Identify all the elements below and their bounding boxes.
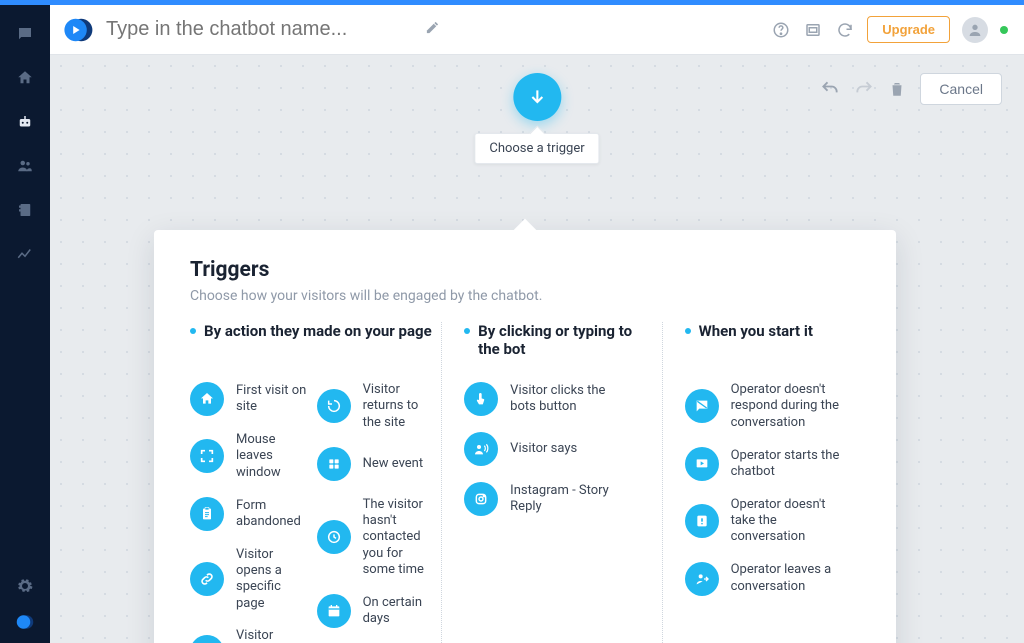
trigger-label: Visitor clicks the bots button	[510, 383, 620, 416]
nav-bot-icon[interactable]	[14, 111, 36, 133]
alert-icon	[685, 504, 719, 538]
trigger-label: Instagram - Story Reply	[510, 483, 620, 516]
app-logo-icon[interactable]	[14, 611, 36, 633]
trigger-label: Operator starts the chatbot	[731, 448, 841, 481]
trigger-chat-icon-click[interactable]: Visitor Clicks on Chat Icon	[190, 628, 311, 643]
trigger-label: Visitor returns to the site	[363, 382, 438, 431]
col-header: By clicking or typing to the bot	[478, 322, 639, 358]
history-icon	[317, 389, 351, 423]
header-bar: Upgrade	[50, 5, 1024, 55]
calendar-icon	[317, 594, 351, 628]
cancel-button[interactable]: Cancel	[920, 73, 1002, 105]
nav-analytics-icon[interactable]	[14, 243, 36, 265]
col-header: When you start it	[699, 322, 813, 340]
trigger-col-action: By action they made on your page First v…	[190, 322, 437, 643]
link-icon	[190, 562, 224, 596]
refresh-icon[interactable]	[835, 20, 855, 40]
trigger-label: Operator doesn't respond during the conv…	[731, 382, 841, 431]
canvas-toolbar: Cancel	[820, 73, 1002, 105]
start-circle[interactable]	[513, 73, 561, 121]
panel-title: Triggers	[190, 258, 860, 282]
trigger-op-starts[interactable]: Operator starts the chatbot	[685, 447, 860, 481]
edit-name-icon[interactable]	[425, 20, 440, 39]
trigger-label: Form abandoned	[236, 498, 311, 531]
undo-icon[interactable]	[820, 79, 840, 99]
trigger-op-leaves[interactable]: Operator leaves a conversation	[685, 562, 860, 596]
preview-icon[interactable]	[803, 20, 823, 40]
chat-mute-icon	[685, 389, 719, 423]
nav-chat-icon[interactable]	[14, 23, 36, 45]
chatbot-name-input[interactable]	[106, 18, 413, 41]
start-node: Choose a trigger	[474, 73, 599, 164]
clipboard-icon	[190, 497, 224, 531]
trigger-mouse-leave[interactable]: Mouse leaves window	[190, 432, 311, 481]
sidebar	[0, 5, 50, 643]
trigger-label: Operator doesn't take the conversation	[731, 497, 841, 546]
trigger-label: The visitor hasn't contacted you for som…	[363, 497, 438, 578]
trigger-label: First visit on site	[236, 383, 311, 416]
nav-contacts-icon[interactable]	[14, 199, 36, 221]
trigger-panel: Triggers Choose how your visitors will b…	[154, 230, 896, 643]
upgrade-button[interactable]: Upgrade	[867, 16, 950, 43]
trigger-clicks-button[interactable]: Visitor clicks the bots button	[464, 382, 639, 416]
help-icon[interactable]	[771, 20, 791, 40]
delete-icon[interactable]	[888, 80, 906, 98]
play-chat-icon	[685, 447, 719, 481]
trigger-op-no-respond[interactable]: Operator doesn't respond during the conv…	[685, 382, 860, 431]
home-icon	[190, 382, 224, 416]
grid-icon	[317, 447, 351, 481]
bullet-icon	[190, 328, 196, 334]
trigger-specific-page[interactable]: Visitor opens a specific page	[190, 547, 311, 612]
clock-icon	[317, 520, 351, 554]
trigger-label: On certain days	[363, 595, 438, 628]
nav-users-icon[interactable]	[14, 155, 36, 177]
trigger-no-contact[interactable]: The visitor hasn't contacted you for som…	[317, 497, 438, 578]
trigger-label: Visitor Clicks on Chat Icon	[236, 628, 311, 643]
choose-trigger-label: Choose a trigger	[474, 133, 599, 164]
col-header: By action they made on your page	[204, 322, 432, 340]
nav-home-icon[interactable]	[14, 67, 36, 89]
bullet-icon	[464, 328, 470, 334]
trigger-certain-days[interactable]: On certain days	[317, 594, 438, 628]
tap-icon	[464, 382, 498, 416]
trigger-label: Mouse leaves window	[236, 432, 311, 481]
trigger-label: New event	[363, 456, 424, 472]
chat-icon	[190, 635, 224, 643]
voice-icon	[464, 432, 498, 466]
trigger-visitor-returns[interactable]: Visitor returns to the site	[317, 382, 438, 431]
redo-icon[interactable]	[854, 79, 874, 99]
presence-indicator	[1000, 26, 1008, 34]
brand-logo[interactable]	[58, 14, 94, 46]
nav-settings-icon[interactable]	[14, 575, 36, 597]
trigger-label: Operator leaves a conversation	[731, 562, 841, 595]
trigger-label: Visitor opens a specific page	[236, 547, 311, 612]
exit-icon	[685, 562, 719, 596]
trigger-form-abandoned[interactable]: Form abandoned	[190, 497, 311, 531]
instagram-icon	[464, 482, 498, 516]
trigger-label: Visitor says	[510, 441, 577, 457]
flow-canvas: Cancel Choose a trigger Triggers Choose …	[50, 55, 1024, 643]
expand-icon	[190, 439, 224, 473]
trigger-op-no-take[interactable]: Operator doesn't take the conversation	[685, 497, 860, 546]
user-avatar[interactable]	[962, 17, 988, 43]
trigger-col-clicking: By clicking or typing to the bot Visitor…	[441, 322, 662, 643]
trigger-new-event[interactable]: New event	[317, 447, 438, 481]
trigger-col-operator: When you start it Operator doesn't respo…	[667, 322, 860, 643]
bullet-icon	[685, 328, 691, 334]
panel-subtitle: Choose how your visitors will be engaged…	[190, 288, 860, 304]
trigger-visitor-says[interactable]: Visitor says	[464, 432, 639, 466]
trigger-first-visit[interactable]: First visit on site	[190, 382, 311, 416]
trigger-instagram-reply[interactable]: Instagram - Story Reply	[464, 482, 639, 516]
